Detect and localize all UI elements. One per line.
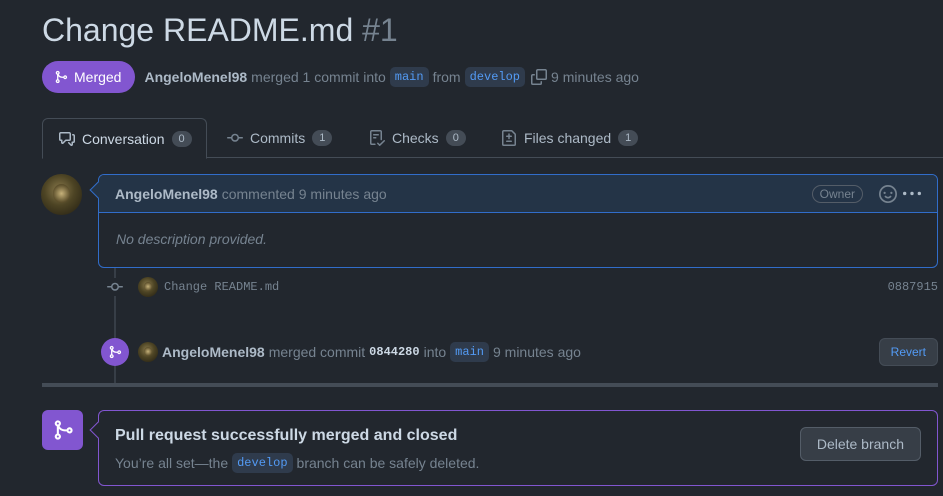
smiley-icon[interactable]	[879, 184, 897, 203]
avatar[interactable]	[41, 174, 82, 215]
merge-commit-sha[interactable]: 0844280	[369, 345, 419, 359]
tab-counter: 0	[171, 130, 192, 147]
delete-branch-button[interactable]: Delete branch	[799, 427, 921, 461]
git-commit-icon	[107, 282, 123, 291]
state-label: Merged	[74, 69, 122, 85]
into-text: into	[423, 344, 447, 360]
merged-desc-suffix: branch can be safely deleted.	[296, 455, 480, 471]
pr-title-text: Change README.md	[42, 12, 354, 48]
merged-description: You’re all set—the develop branch can be…	[115, 453, 479, 473]
tab-counter: 1	[618, 130, 639, 146]
git-merge-icon	[109, 345, 122, 359]
commit-message[interactable]: Change README.md	[164, 280, 279, 294]
pr-tabs: Conversation 0 Commits 1 Checks 0 Files …	[42, 118, 943, 159]
comment-box: AngeloMenel98 commented 9 minutes ago Ow…	[98, 174, 938, 268]
merged-panel: Pull request successfully merged and clo…	[98, 410, 938, 486]
commit-sha[interactable]: 0887915	[888, 280, 938, 294]
from-text: from	[432, 69, 461, 85]
merged-status-icon-box	[42, 410, 83, 450]
revert-button[interactable]: Revert	[878, 338, 938, 366]
merged-commit-text: merged commit	[268, 344, 366, 360]
tab-counter: 0	[445, 130, 466, 146]
git-commit-icon	[227, 133, 243, 142]
file-diff-icon	[502, 130, 516, 146]
pr-title: Change README.md #1	[42, 12, 398, 49]
tab-checks[interactable]: Checks 0	[369, 118, 466, 158]
comment-author[interactable]: AngeloMenel98	[115, 186, 218, 202]
merged-title: Pull request successfully merged and clo…	[115, 427, 458, 444]
tab-files-changed[interactable]: Files changed 1	[501, 118, 639, 158]
pr-meta: Merged AngeloMenel98 merged 1 commit int…	[42, 61, 643, 93]
tab-label: Commits	[250, 130, 306, 146]
merge-branch[interactable]: main	[450, 342, 489, 362]
tab-conversation[interactable]: Conversation 0	[42, 118, 207, 159]
comment-action: commented 9 minutes ago	[221, 185, 387, 202]
checklist-icon	[370, 130, 385, 146]
merge-avatar[interactable]	[138, 342, 158, 362]
tab-label: Conversation	[82, 130, 165, 147]
tab-label: Files changed	[524, 130, 612, 146]
commit-dot	[106, 278, 124, 296]
tab-commits[interactable]: Commits 1	[227, 118, 333, 158]
merge-author[interactable]: AngeloMenel98	[162, 344, 265, 360]
comment-header: AngeloMenel98 commented 9 minutes ago Ow…	[99, 175, 937, 213]
pr-number: #1	[362, 12, 398, 48]
owner-badge: Owner	[811, 184, 863, 203]
merged-desc-prefix: You’re all set—the	[115, 455, 229, 471]
timeline-divider	[42, 383, 938, 387]
deletable-branch[interactable]: develop	[232, 453, 293, 473]
meta-time: 9 minutes ago	[551, 69, 639, 85]
state-badge: Merged	[42, 61, 136, 93]
kebab-horizontal-icon[interactable]	[903, 185, 921, 203]
base-branch[interactable]: main	[389, 67, 429, 87]
commit-row: Change README.md 0887915	[106, 276, 938, 298]
head-branch[interactable]: develop	[464, 67, 526, 87]
comment-discussion-icon	[59, 131, 75, 146]
merge-time: 9 minutes ago	[492, 344, 581, 360]
copy-icon[interactable]	[531, 69, 548, 85]
tab-counter: 1	[312, 130, 333, 146]
tab-label: Checks	[392, 130, 439, 146]
commit-avatar[interactable]	[138, 277, 158, 297]
git-merge-icon	[54, 420, 73, 440]
merged-text: merged 1 commit into	[251, 69, 386, 85]
git-merge-icon	[55, 70, 68, 84]
comment-body: No description provided.	[116, 231, 267, 247]
author-link[interactable]: AngeloMenel98	[144, 69, 247, 85]
merge-event-row: AngeloMenel98 merged commit 0844280 into…	[101, 338, 938, 366]
merge-event-badge	[101, 338, 129, 366]
